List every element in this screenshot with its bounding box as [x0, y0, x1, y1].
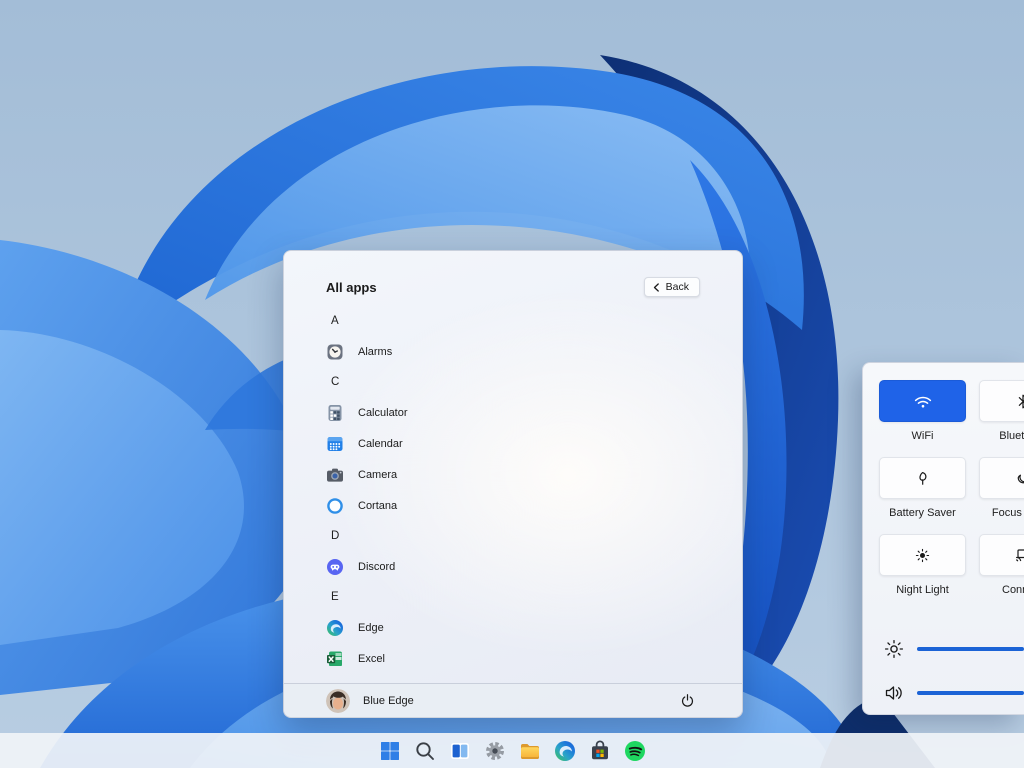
chevron-left-icon	[653, 283, 660, 292]
user-name: Blue Edge	[363, 695, 414, 707]
wifi-icon	[912, 392, 934, 410]
bluetooth-icon	[1015, 393, 1024, 410]
back-button-label: Back	[666, 281, 689, 293]
edge-icon	[326, 619, 344, 637]
back-button[interactable]: Back	[644, 277, 700, 297]
alarms-icon	[326, 343, 344, 361]
brightness-slider-row	[879, 635, 1024, 663]
excel-icon	[326, 650, 344, 667]
microsoft-store-icon	[588, 739, 612, 763]
spotify-button[interactable]	[622, 738, 647, 763]
section-letter-a[interactable]: A	[326, 306, 726, 336]
brightness-icon	[883, 638, 905, 660]
app-item-alarms[interactable]: Alarms	[326, 336, 726, 367]
spotify-icon	[623, 739, 647, 763]
discord-icon	[326, 558, 344, 576]
app-item-calendar[interactable]: Calendar	[326, 428, 726, 459]
tile-label: Connect	[1002, 584, 1024, 596]
volume-slider-row	[879, 679, 1024, 707]
app-label: Edge	[358, 622, 384, 634]
section-letter-e[interactable]: E	[326, 582, 726, 612]
search-icon	[413, 739, 437, 763]
app-label: Excel	[358, 653, 385, 665]
app-label: Calendar	[358, 438, 403, 450]
tile-focus-assist: Focus assist	[979, 457, 1024, 534]
settings-gear-icon	[483, 739, 507, 763]
app-item-excel[interactable]: Excel	[326, 643, 726, 666]
app-label: Calculator	[358, 407, 408, 419]
app-item-edge[interactable]: Edge	[326, 612, 726, 643]
edge-button[interactable]	[552, 738, 577, 763]
app-item-camera[interactable]: Camera	[326, 459, 726, 490]
settings-button[interactable]	[482, 738, 507, 763]
tile-label: Battery Saver	[889, 507, 956, 519]
connect-icon	[1014, 547, 1024, 563]
app-label: Cortana	[358, 500, 397, 512]
tile-bluetooth: Bluetooth	[979, 380, 1024, 457]
focus-assist-icon	[1014, 470, 1024, 487]
page-title: All apps	[326, 280, 377, 295]
edge-icon	[553, 739, 577, 763]
start-button[interactable]	[377, 738, 402, 763]
taskbar	[0, 733, 1024, 768]
volume-slider[interactable]	[917, 691, 1024, 695]
battery-saver-icon	[914, 470, 931, 487]
task-view-button[interactable]	[447, 738, 472, 763]
tile-battery-saver: Battery Saver	[879, 457, 966, 534]
calendar-icon	[326, 435, 344, 453]
wifi-toggle[interactable]	[879, 380, 966, 422]
battery-saver-toggle[interactable]	[879, 457, 966, 499]
app-label: Discord	[358, 561, 395, 573]
tile-label: Night Light	[896, 584, 949, 596]
focus-assist-toggle[interactable]	[979, 457, 1024, 499]
night-light-icon	[914, 547, 931, 564]
app-label: Alarms	[358, 346, 392, 358]
section-letter-d[interactable]: D	[326, 521, 726, 551]
tile-connect: Connect	[979, 534, 1024, 611]
task-view-icon	[448, 739, 472, 763]
connect-toggle[interactable]	[979, 534, 1024, 576]
tile-label: Focus assist	[992, 507, 1024, 519]
desktop: All apps Back A Alarms	[0, 0, 1024, 768]
volume-icon	[883, 682, 905, 704]
start-icon	[378, 739, 402, 763]
quick-settings-grid: WiFi Bluetooth Battery Saver	[879, 380, 1024, 611]
app-item-calculator[interactable]: Calculator	[326, 397, 726, 428]
camera-icon	[326, 466, 344, 484]
start-menu-footer: Blue Edge	[284, 683, 742, 717]
app-label: Camera	[358, 469, 397, 481]
tile-label: Bluetooth	[999, 430, 1024, 442]
search-button[interactable]	[412, 738, 437, 763]
cortana-icon	[326, 497, 344, 515]
brightness-slider[interactable]	[917, 647, 1024, 651]
power-button[interactable]	[676, 690, 698, 712]
all-apps-list: A Alarms C	[326, 306, 726, 666]
tile-label: WiFi	[912, 430, 934, 442]
start-menu-all-apps-panel: All apps Back A Alarms	[283, 250, 743, 718]
night-light-toggle[interactable]	[879, 534, 966, 576]
section-letter-c[interactable]: C	[326, 367, 726, 397]
start-menu-header: All apps Back	[326, 277, 700, 297]
calculator-icon	[326, 404, 344, 422]
tile-night-light: Night Light	[879, 534, 966, 611]
file-explorer-button[interactable]	[517, 738, 542, 763]
microsoft-store-button[interactable]	[587, 738, 612, 763]
power-icon	[680, 693, 695, 708]
file-explorer-icon	[518, 739, 542, 763]
quick-settings-panel: WiFi Bluetooth Battery Saver	[862, 362, 1024, 715]
app-item-discord[interactable]: Discord	[326, 551, 726, 582]
tile-wifi: WiFi	[879, 380, 966, 457]
app-item-cortana[interactable]: Cortana	[326, 490, 726, 521]
user-avatar[interactable]	[326, 689, 350, 713]
bluetooth-toggle[interactable]	[979, 380, 1024, 422]
